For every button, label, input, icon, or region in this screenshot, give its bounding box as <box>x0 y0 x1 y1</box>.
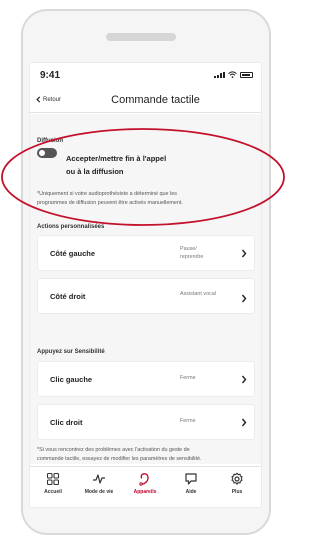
settings-content: Diffusion Accepter/mettre fin à l'appel … <box>30 114 261 464</box>
sensitivity-note-line1: *Si vous rencontrez des problèmes avec l… <box>37 447 190 453</box>
action-right-value: Assistant vocal <box>180 291 216 297</box>
click-right-label: Clic droit <box>50 418 83 427</box>
gear-icon <box>231 472 243 485</box>
status-bar: 9:41 <box>30 63 261 87</box>
tab-label: Mode de vie <box>84 489 114 495</box>
diffusion-toggle[interactable] <box>37 148 57 158</box>
click-left-label: Clic gauche <box>50 375 93 384</box>
nav-bar: Retour Commande tactile <box>30 91 261 113</box>
chevron-right-icon <box>241 249 247 258</box>
tab-plus[interactable]: Plus <box>214 472 260 495</box>
battery-icon <box>240 72 253 78</box>
toggle-label-line1: Accepter/mettre fin à l'appel <box>66 154 167 163</box>
sensitivity-section-label: Appuyez sur Sensibilité <box>37 349 105 355</box>
click-left-value: Ferme <box>180 375 196 381</box>
action-left-value-line1: Pause/ <box>180 246 197 252</box>
action-left-card[interactable]: Côté gauche Pause/ reprendre <box>37 235 255 271</box>
diffusion-note-line2: programmes de diffusion peuvent être act… <box>37 200 183 206</box>
chat-icon <box>185 473 197 485</box>
diffusion-section-label: Diffusion <box>37 138 63 144</box>
click-right-value: Ferme <box>180 418 196 424</box>
chevron-right-icon <box>241 418 247 427</box>
status-icons <box>214 71 253 78</box>
tab-label: Accueil <box>44 489 62 495</box>
action-right-card[interactable]: Côté droit Assistant vocal <box>37 278 255 314</box>
action-left-label: Côté gauche <box>50 249 96 258</box>
sensitivity-note-line2: commande tactile, essayez de modifier le… <box>37 456 202 462</box>
activity-icon <box>93 474 105 484</box>
phone-screen: 9:41 Retour Commande tactile Diffusion A… <box>29 62 262 508</box>
wifi-icon <box>228 71 237 78</box>
phone-speaker <box>106 33 176 41</box>
tab-bar: Accueil Mode de vie Appareils Aide Plus <box>30 466 261 507</box>
custom-actions-section-label: Actions personnalisées <box>37 224 105 230</box>
tab-label: Plus <box>231 489 243 495</box>
tab-label: Aide <box>185 489 197 495</box>
click-left-card[interactable]: Clic gauche Ferme <box>37 361 255 397</box>
status-time: 9:41 <box>40 70 61 81</box>
action-right-label: Côté droit <box>50 292 86 301</box>
signal-icon <box>214 72 225 78</box>
action-left-value-line2: reprendre <box>180 254 204 260</box>
diffusion-note-line1: *Uniquement si votre audioprothésiste a … <box>37 191 177 197</box>
click-right-card[interactable]: Clic droit Ferme <box>37 404 255 440</box>
toggle-label-line2: ou à la diffusion <box>66 167 124 176</box>
chevron-right-icon <box>241 294 247 303</box>
home-grid-icon <box>46 472 60 486</box>
action-left-value: Pause/ reprendre <box>180 245 203 261</box>
tab-mode-de-vie[interactable]: Mode de vie <box>76 472 122 495</box>
sensitivity-note: *Si vous rencontrez des problèmes avec l… <box>37 446 259 464</box>
hearing-aid-icon <box>139 473 149 486</box>
diffusion-note: *Uniquement si votre audioprothésiste a … <box>37 190 259 208</box>
tab-accueil[interactable]: Accueil <box>30 472 76 495</box>
page-title: Commande tactile <box>111 94 200 106</box>
tab-aide[interactable]: Aide <box>168 472 214 495</box>
diffusion-toggle-label: Accepter/mettre fin à l'appel ou à la di… <box>66 152 196 178</box>
chevron-right-icon <box>241 375 247 384</box>
tab-appareils[interactable]: Appareils <box>122 472 168 495</box>
tab-label: Appareils <box>133 489 157 495</box>
